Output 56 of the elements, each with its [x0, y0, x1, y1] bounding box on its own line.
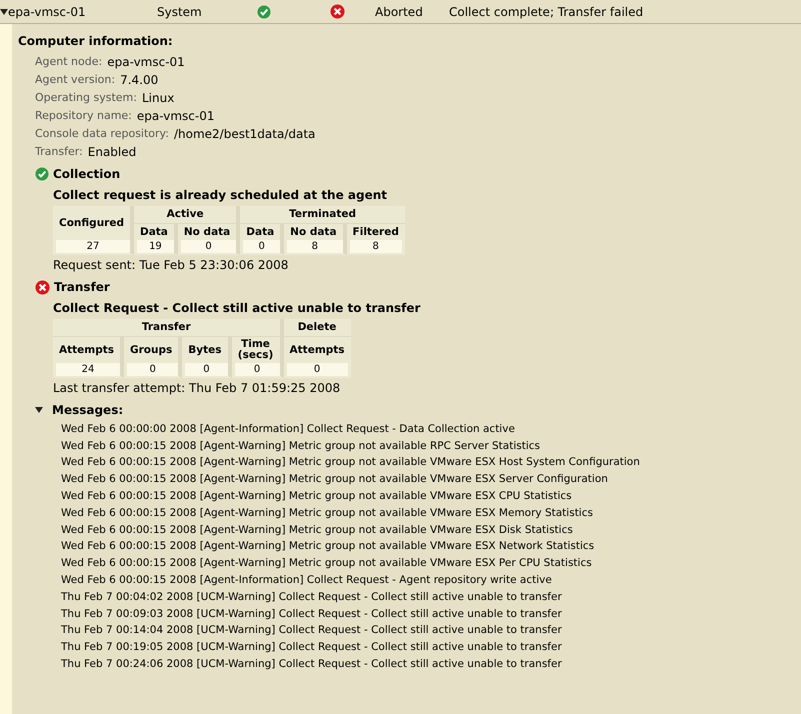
section-heading: Transfer [54, 279, 110, 296]
field-label: Agent version: [35, 72, 116, 88]
section-heading: Collection [53, 166, 120, 183]
column-header: Attempts [288, 342, 346, 358]
status-label: Aborted [375, 4, 423, 18]
section-subtitle: Collect request is already scheduled at the agent [52, 187, 388, 204]
collapse-arrow-icon[interactable] [35, 406, 43, 414]
status-detail: Collect complete; Transfer failed [449, 4, 644, 18]
column-header: Active [134, 206, 240, 224]
log-message: Wed Feb 6 00:00:15 2008 [Agent-Warning] Metric group not available VMware ESX Server Configuration [61, 473, 608, 486]
log-message: Wed Feb 6 00:00:15 2008 [Agent-Warning] Metric group not available VMware ESX Per CPU Statistics [61, 557, 592, 570]
section-heading: Messages: [52, 402, 124, 419]
log-message: Wed Feb 6 00:00:00 2008 [Agent-Information] Collect Request - Data Collection active [61, 422, 515, 435]
host-name: epa-vmsc-01 [8, 4, 86, 20]
log-message: Thu Feb 7 00:14:04 2008 [UCM-Warning] Collect Request - Collect still active unable to transfer [61, 624, 562, 636]
column-header: Delete [284, 319, 351, 337]
log-message: Wed Feb 6 00:00:15 2008 [Agent-Warning] Metric group not available VMware ESX CPU Statistics [61, 490, 572, 502]
field-label: Operating system: [35, 90, 137, 106]
field-value: 7.4.00 [120, 72, 158, 89]
field-label: Console data repository: [35, 126, 169, 142]
log-message: Thu Feb 7 00:24:06 2008 [UCM-Warning] Collect Request - Collect still active unable to transfer [61, 658, 562, 670]
field-value: Enabled [88, 144, 136, 161]
log-message: Wed Feb 6 00:00:15 2008 [Agent-Warning] Metric group not available RPC Server Statistics [61, 440, 540, 452]
log-message: Wed Feb 6 00:00:15 2008 [Agent-Warning] Metric group not available VMware ESX Memory Statistics [61, 506, 593, 519]
table-cell: 8 [346, 240, 405, 256]
table-cell: 0 [240, 240, 284, 256]
log-message: Wed Feb 6 00:00:15 2008 [Agent-Warning] Metric group not available VMware ESX Network Statistics [61, 540, 594, 552]
collapse-arrow-icon[interactable] [0, 8, 8, 16]
timestamp-text: Request sent: Tue Feb 5 23:30:06 2008 [52, 257, 290, 274]
log-message: Wed Feb 6 00:00:15 2008 [Agent-Information] Collect Request - Agent repository write active [61, 574, 552, 586]
field-label: Agent node: [35, 54, 102, 70]
log-message: Thu Feb 7 00:04:02 2008 [UCM-Warning] Collect Request - Collect still active unable to transfer [61, 590, 562, 603]
log-message: Wed Feb 6 00:00:15 2008 [Agent-Warning] Metric group not available VMware ESX Disk Statistics [61, 524, 573, 536]
field-label: Transfer: [35, 144, 83, 160]
section-subtitle: Collect Request - Collect still active unable to transfer [52, 300, 422, 318]
log-message: Thu Feb 7 00:09:03 2008 [UCM-Warning] Collect Request - Collect still active unable to transfer [61, 608, 562, 620]
timestamp-text: Last transfer attempt: Thu Feb 7 01:59:25 2008 [52, 380, 342, 397]
field-value: epa-vmsc-01 [107, 54, 185, 71]
table-cell: 0 [284, 362, 351, 378]
column-header: Terminated [240, 206, 405, 224]
column-header: Filtered [352, 224, 400, 240]
column-header: Transfer [53, 319, 284, 337]
field-value: /home2/best1data/data [174, 126, 316, 143]
log-message: Thu Feb 7 00:19:05 2008 [UCM-Warning] Collect Request - Collect still active unable to transfer [61, 641, 562, 654]
table-cell: 24 [53, 362, 124, 378]
table-cell: 0 [182, 362, 232, 378]
table-cell: 0 [124, 362, 182, 378]
table-cell: 0 [232, 362, 284, 378]
section-heading: Computer information: [18, 33, 174, 50]
table-cell: 8 [284, 240, 347, 256]
type-label: System [157, 4, 202, 18]
field-value: epa-vmsc-01 [136, 108, 214, 125]
table-cell: 27 [53, 240, 134, 256]
field-label: Repository name: [35, 108, 132, 124]
field-value: Linux [142, 90, 174, 107]
log-message: Wed Feb 6 00:00:15 2008 [Agent-Warning] Metric group not available VMware ESX Host System Configuration [61, 456, 640, 468]
